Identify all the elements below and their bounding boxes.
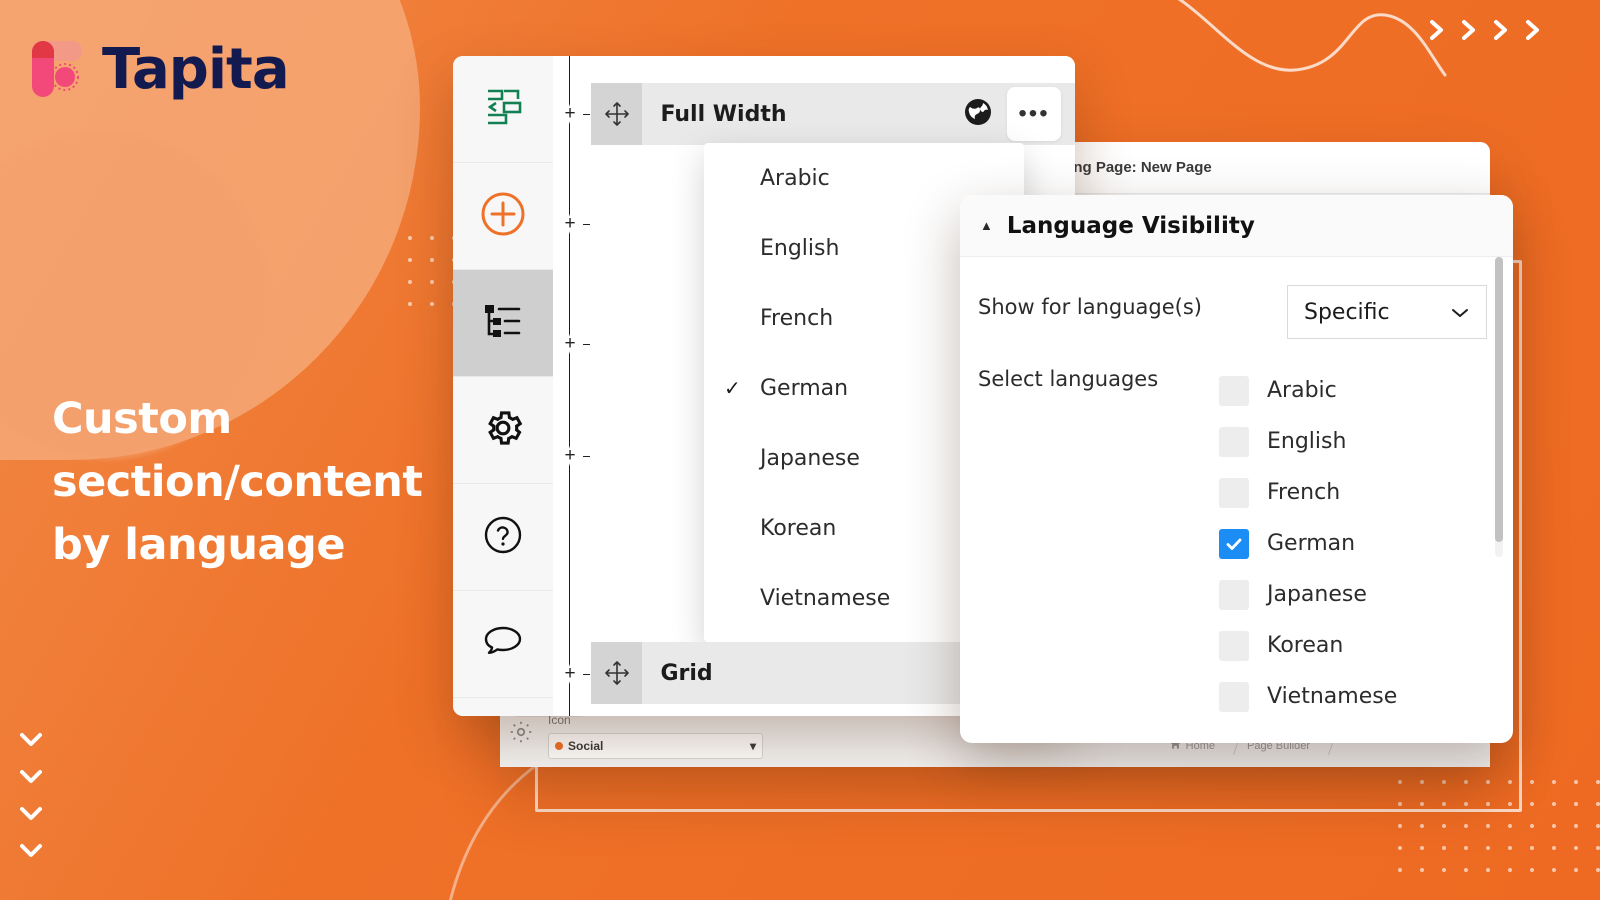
- language-list-scrollbar[interactable]: [1495, 257, 1503, 557]
- dropdown-item-label: Vietnamese: [760, 585, 891, 611]
- language-label: Japanese: [1267, 582, 1367, 607]
- checkbox-icon[interactable]: [1219, 630, 1249, 661]
- language-checkbox-japanese[interactable]: Japanese: [1219, 569, 1487, 620]
- checkbox-icon[interactable]: [1219, 375, 1249, 406]
- language-checkbox-arabic[interactable]: Arabic: [1219, 365, 1487, 416]
- brand-name: Tapita: [102, 36, 290, 102]
- checkbox-icon[interactable]: [1219, 528, 1249, 559]
- show-for-language-label: Show for language(s): [978, 295, 1202, 319]
- chevron-right-icon: [1488, 17, 1514, 43]
- scrollbar-thumb[interactable]: [1495, 257, 1503, 542]
- check-icon: ✓: [724, 376, 741, 400]
- language-label: Korean: [1267, 633, 1344, 658]
- gear-icon[interactable]: [508, 719, 534, 745]
- show-for-language-row: Show for language(s) Specific: [978, 285, 1487, 339]
- checkbox-icon[interactable]: [1219, 579, 1249, 610]
- section-title: Grid: [660, 660, 713, 686]
- layers-tree-icon: [481, 301, 525, 346]
- rail-item-layers[interactable]: [453, 270, 553, 377]
- section-more-button[interactable]: •••: [1007, 87, 1061, 141]
- dropdown-item-label: Korean: [760, 515, 837, 541]
- chevron-down-icon: [18, 842, 44, 868]
- language-visibility-header[interactable]: ▲ Language Visibility: [960, 195, 1513, 257]
- section-full-width: Full Width •••: [591, 83, 1075, 145]
- dropdown-item-label: German: [760, 375, 849, 401]
- rail-item-chat[interactable]: [453, 591, 553, 698]
- social-select[interactable]: Social ▾: [548, 733, 763, 759]
- add-section-button[interactable]: +: [560, 213, 580, 234]
- social-select-value: Social: [568, 739, 604, 753]
- checkbox-icon[interactable]: [1219, 477, 1249, 508]
- language-visibility-panel: ▲ Language Visibility Show for language(…: [960, 195, 1513, 743]
- add-section-button[interactable]: +: [560, 663, 580, 684]
- language-label: English: [1267, 429, 1347, 454]
- plus-circle-icon: [480, 191, 526, 242]
- select-languages-row: Select languages Arabic English French G…: [978, 365, 1487, 722]
- insert-dash: [583, 344, 590, 345]
- language-checkbox-korean[interactable]: Korean: [1219, 620, 1487, 671]
- add-section-button[interactable]: +: [560, 445, 580, 466]
- language-checkbox-vietnamese[interactable]: Vietnamese: [1219, 671, 1487, 722]
- chevron-right-icon: [1424, 17, 1450, 43]
- tapita-f-logo-icon: [24, 36, 86, 102]
- poster-canvas: Tapita Custom section/content by languag…: [0, 0, 1600, 900]
- caret-up-icon[interactable]: ▲: [980, 218, 993, 233]
- chevron-down-icon: [1450, 300, 1470, 325]
- gear-icon: [481, 406, 525, 455]
- decor-chevrons-down: [18, 731, 44, 868]
- brand-lockup: Tapita: [24, 36, 290, 102]
- insert-dash: [583, 456, 590, 457]
- chat-bubble-icon: [480, 622, 526, 667]
- decor-swoosh-line: [1050, 0, 1450, 90]
- language-label: French: [1267, 480, 1341, 505]
- social-color-dot: [555, 742, 563, 750]
- globe-icon[interactable]: [963, 97, 993, 132]
- add-section-button[interactable]: +: [560, 103, 580, 124]
- layout-collapse-icon: [482, 87, 524, 132]
- chevron-down-icon: [18, 768, 44, 794]
- section-insert-rail: [569, 56, 570, 716]
- select-value: Specific: [1304, 299, 1390, 325]
- language-label: German: [1267, 531, 1356, 556]
- page-headline: Custom section/content by language: [52, 394, 423, 570]
- dropdown-item-label: French: [760, 305, 834, 331]
- rail-item-settings[interactable]: [453, 377, 553, 484]
- move-arrows-icon[interactable]: [591, 83, 643, 145]
- chevron-down-icon: [18, 805, 44, 831]
- insert-dash: [583, 674, 590, 675]
- checkbox-icon[interactable]: [1219, 426, 1249, 457]
- builder-left-rail: [453, 56, 553, 716]
- dropdown-item-label: English: [760, 235, 840, 261]
- language-checkbox-french[interactable]: French: [1219, 467, 1487, 518]
- question-circle-icon: [481, 513, 525, 562]
- language-visibility-body: Show for language(s) Specific Select lan…: [960, 257, 1513, 722]
- dropdown-item-label: Arabic: [760, 165, 830, 191]
- section-title: Full Width: [660, 101, 787, 127]
- select-languages-label: Select languages: [978, 367, 1159, 391]
- decor-dot-grid-bottom-right: [1398, 780, 1600, 890]
- chevron-down-icon: ▾: [749, 739, 756, 753]
- chevron-right-icon: [1520, 17, 1546, 43]
- checkbox-icon[interactable]: [1219, 681, 1249, 712]
- language-checkbox-english[interactable]: English: [1219, 416, 1487, 467]
- decor-chevrons-right: [1424, 17, 1546, 43]
- show-for-language-select[interactable]: Specific: [1287, 285, 1487, 339]
- move-arrows-icon[interactable]: [591, 642, 643, 704]
- language-checkbox-german[interactable]: German: [1219, 518, 1487, 569]
- back-window-icon-field: Icon Social ▾: [548, 713, 763, 759]
- chevron-down-icon: [18, 731, 44, 757]
- panel-title: Language Visibility: [1006, 212, 1255, 239]
- dropdown-item-label: Japanese: [760, 445, 860, 471]
- language-label: Arabic: [1267, 378, 1337, 403]
- add-section-button[interactable]: +: [560, 333, 580, 354]
- chevron-right-icon: [1456, 17, 1482, 43]
- language-label: Vietnamese: [1267, 684, 1398, 709]
- language-checkbox-list: Arabic English French German Japanese Ko…: [1219, 365, 1487, 722]
- rail-item-add[interactable]: [453, 163, 553, 270]
- rail-item-help[interactable]: [453, 484, 553, 591]
- rail-item-layout[interactable]: [453, 56, 553, 163]
- insert-dash: [583, 114, 590, 115]
- insert-dash: [583, 224, 590, 225]
